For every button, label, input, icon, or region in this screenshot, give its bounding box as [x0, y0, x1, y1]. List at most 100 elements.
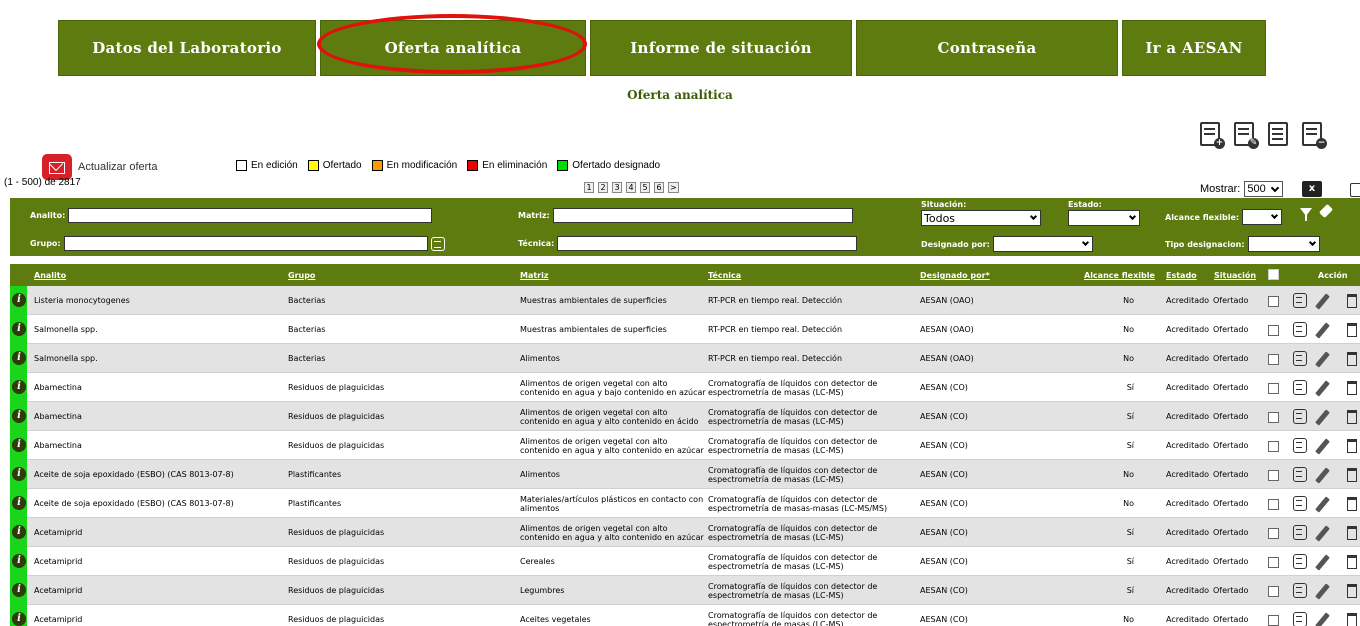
page-link[interactable]: 5: [640, 182, 650, 193]
trash-icon[interactable]: [1347, 613, 1357, 626]
save-icon[interactable]: [1293, 293, 1307, 308]
row-checkbox[interactable]: [1268, 412, 1279, 423]
select-all-checkbox[interactable]: [1268, 269, 1279, 280]
page-link[interactable]: 2: [598, 182, 608, 193]
trash-icon[interactable]: [1347, 381, 1357, 395]
add-record-icon[interactable]: +: [1200, 122, 1225, 149]
nav-informe-situacion[interactable]: Informe de situación: [590, 20, 852, 76]
info-icon[interactable]: i: [12, 525, 26, 539]
info-icon[interactable]: i: [12, 409, 26, 423]
save-icon[interactable]: [1293, 496, 1307, 511]
pencil-icon[interactable]: [1315, 322, 1330, 339]
page-link[interactable]: 3: [612, 182, 622, 193]
trash-icon[interactable]: [1347, 468, 1357, 482]
col-grupo[interactable]: Grupo: [288, 271, 315, 280]
nav-datos-laboratorio[interactable]: Datos del Laboratorio: [58, 20, 316, 76]
save-icon[interactable]: [1293, 380, 1307, 395]
trash-icon[interactable]: [1347, 323, 1357, 337]
save-icon[interactable]: [1293, 351, 1307, 366]
row-checkbox[interactable]: [1268, 528, 1279, 539]
row-checkbox[interactable]: [1268, 499, 1279, 510]
save-icon[interactable]: [1293, 554, 1307, 569]
pencil-icon[interactable]: [1315, 467, 1330, 484]
pencil-icon[interactable]: [1315, 438, 1330, 455]
copy-record-icon[interactable]: [1268, 122, 1292, 148]
matriz-filter-input[interactable]: [552, 208, 853, 223]
row-checkbox[interactable]: [1268, 354, 1279, 365]
save-icon[interactable]: [430, 236, 445, 251]
export-doc-icon[interactable]: [1350, 183, 1360, 197]
save-icon[interactable]: [1293, 322, 1307, 337]
info-icon[interactable]: i: [12, 583, 26, 597]
info-icon[interactable]: i: [12, 293, 26, 307]
filter-icon[interactable]: [1300, 208, 1312, 221]
pencil-icon[interactable]: [1315, 583, 1330, 600]
row-checkbox[interactable]: [1268, 615, 1279, 626]
trash-icon[interactable]: [1347, 410, 1357, 424]
col-situacion[interactable]: Situación: [1214, 271, 1256, 280]
row-checkbox[interactable]: [1268, 557, 1279, 568]
grupo-filter-input[interactable]: [63, 236, 428, 251]
tecnica-filter-input[interactable]: [557, 236, 858, 251]
row-checkbox[interactable]: [1268, 296, 1279, 307]
trash-icon[interactable]: [1347, 526, 1357, 540]
designado-select[interactable]: [992, 236, 1093, 252]
pencil-icon[interactable]: [1315, 293, 1330, 310]
col-analito[interactable]: Analito: [34, 271, 66, 280]
pencil-icon[interactable]: [1315, 409, 1330, 426]
info-icon[interactable]: i: [12, 380, 26, 394]
col-estado[interactable]: Estado: [1166, 271, 1197, 280]
info-icon[interactable]: i: [12, 612, 26, 626]
row-checkbox[interactable]: [1268, 325, 1279, 336]
info-icon[interactable]: i: [12, 496, 26, 510]
trash-icon[interactable]: [1347, 352, 1357, 366]
save-icon[interactable]: [1293, 438, 1307, 453]
page-link[interactable]: 6: [654, 182, 664, 193]
pencil-icon[interactable]: [1315, 496, 1330, 513]
pencil-icon[interactable]: [1315, 380, 1330, 397]
save-icon[interactable]: [1293, 525, 1307, 540]
page-size-select[interactable]: 500: [1244, 181, 1283, 197]
nav-oferta-analitica[interactable]: Oferta analítica: [320, 20, 586, 76]
nav-ir-aesan[interactable]: Ir a AESAN: [1122, 20, 1266, 76]
save-icon[interactable]: [1293, 612, 1307, 626]
save-icon[interactable]: [1293, 583, 1307, 598]
tipo-select[interactable]: [1247, 236, 1320, 252]
row-checkbox[interactable]: [1268, 441, 1279, 452]
page-link[interactable]: 1: [584, 182, 594, 193]
trash-icon[interactable]: [1347, 555, 1357, 569]
save-icon[interactable]: [1293, 467, 1307, 482]
info-icon[interactable]: i: [12, 467, 26, 481]
analito-filter-input[interactable]: [68, 208, 433, 223]
pencil-icon[interactable]: [1315, 351, 1330, 368]
page-link[interactable]: 4: [626, 182, 636, 193]
trash-icon[interactable]: [1347, 497, 1357, 511]
edit-record-icon[interactable]: ✎: [1234, 122, 1259, 149]
excel-export-icon[interactable]: x: [1302, 181, 1322, 197]
alcance-select[interactable]: [1242, 209, 1283, 225]
pencil-icon[interactable]: [1315, 554, 1330, 571]
col-alcance[interactable]: Alcance flexible: [1084, 271, 1155, 280]
col-tecnica[interactable]: Técnica: [708, 271, 741, 280]
situacion-select[interactable]: Todos: [921, 210, 1041, 226]
estado-select[interactable]: [1068, 210, 1140, 226]
info-icon[interactable]: i: [12, 351, 26, 365]
row-checkbox[interactable]: [1268, 586, 1279, 597]
col-designado[interactable]: Designado por*: [920, 271, 990, 280]
info-icon[interactable]: i: [12, 554, 26, 568]
delete-record-icon[interactable]: −: [1302, 122, 1327, 149]
next-page-link[interactable]: >: [668, 182, 679, 193]
clear-filter-icon[interactable]: [1318, 203, 1334, 219]
save-icon[interactable]: [1293, 409, 1307, 424]
pencil-icon[interactable]: [1315, 612, 1330, 626]
info-icon[interactable]: i: [12, 438, 26, 452]
info-icon[interactable]: i: [12, 322, 26, 336]
row-checkbox[interactable]: [1268, 470, 1279, 481]
nav-contrasena[interactable]: Contraseña: [856, 20, 1118, 76]
trash-icon[interactable]: [1347, 584, 1357, 598]
pencil-icon[interactable]: [1315, 525, 1330, 542]
col-matriz[interactable]: Matriz: [520, 271, 549, 280]
trash-icon[interactable]: [1347, 294, 1357, 308]
row-checkbox[interactable]: [1268, 383, 1279, 394]
trash-icon[interactable]: [1347, 439, 1357, 453]
